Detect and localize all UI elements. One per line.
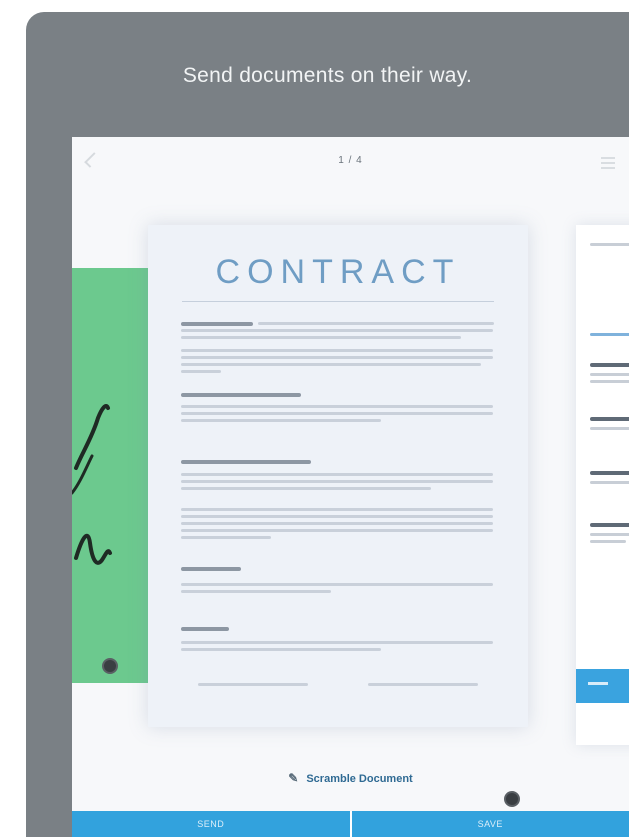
text-line xyxy=(181,641,493,644)
section-heading xyxy=(181,460,311,464)
text-line xyxy=(181,473,493,476)
page-thumbnail-next[interactable] xyxy=(576,225,629,745)
close-badge-icon[interactable] xyxy=(102,658,118,674)
text-line xyxy=(181,412,493,415)
page-contract[interactable]: CONTRACT xyxy=(148,225,528,807)
menu-icon[interactable] xyxy=(601,157,615,159)
text-line xyxy=(181,405,493,408)
section-heading xyxy=(181,627,229,631)
page-indicator: 1 / 4 xyxy=(338,155,363,166)
scramble-document-button[interactable]: ✎ Scramble Document xyxy=(72,771,629,785)
link-line xyxy=(590,333,629,336)
text-line xyxy=(181,419,381,422)
section-heading xyxy=(590,417,629,421)
send-button[interactable]: SEND xyxy=(72,811,350,837)
text-line xyxy=(181,648,381,651)
section-heading xyxy=(181,322,253,326)
page-thumbnail-previous[interactable] xyxy=(72,268,154,683)
text-line xyxy=(181,363,481,366)
text-line xyxy=(181,583,493,586)
text-line xyxy=(181,349,493,352)
pencil-icon: ✎ xyxy=(288,771,299,785)
section-heading xyxy=(181,567,241,571)
top-bar: 1 / 4 xyxy=(72,137,629,183)
text-line xyxy=(181,590,331,593)
text-line xyxy=(590,243,629,246)
text-line xyxy=(258,322,494,325)
section-heading xyxy=(181,393,301,397)
divider xyxy=(182,301,494,302)
text-line xyxy=(181,508,493,511)
section-heading xyxy=(590,471,629,475)
text-line xyxy=(181,522,493,525)
text-line xyxy=(590,380,629,383)
save-button[interactable]: SAVE xyxy=(349,811,629,837)
scramble-label: Scramble Document xyxy=(306,773,413,785)
text-line xyxy=(181,329,493,332)
text-line xyxy=(590,427,629,430)
button-label-bar xyxy=(588,682,608,685)
section-heading xyxy=(590,523,629,527)
text-line xyxy=(181,515,493,518)
signature-line xyxy=(198,683,308,686)
headline: Send documents on their way. xyxy=(182,64,473,87)
bottom-toolbar: SEND SAVE xyxy=(72,811,629,837)
device-frame: Send documents on their way. 1 / 4 CONTR… xyxy=(26,12,629,837)
app-screen: 1 / 4 CONTRACT ✎ Scramble Document SEND … xyxy=(72,137,629,837)
page-action-button[interactable] xyxy=(576,669,629,703)
text-line xyxy=(590,540,626,543)
signature-line xyxy=(368,683,478,686)
close-badge-icon[interactable] xyxy=(504,791,520,807)
text-line xyxy=(590,533,629,536)
text-line xyxy=(181,529,493,532)
handwriting-scribble xyxy=(72,404,112,565)
text-line xyxy=(590,373,629,376)
text-line xyxy=(181,536,271,539)
document-title: CONTRACT xyxy=(215,253,461,291)
text-line xyxy=(181,370,221,373)
text-line xyxy=(181,480,493,483)
text-line xyxy=(590,481,629,484)
text-line xyxy=(181,336,461,339)
section-heading xyxy=(590,363,629,367)
text-line xyxy=(181,356,493,359)
text-line xyxy=(181,487,431,490)
